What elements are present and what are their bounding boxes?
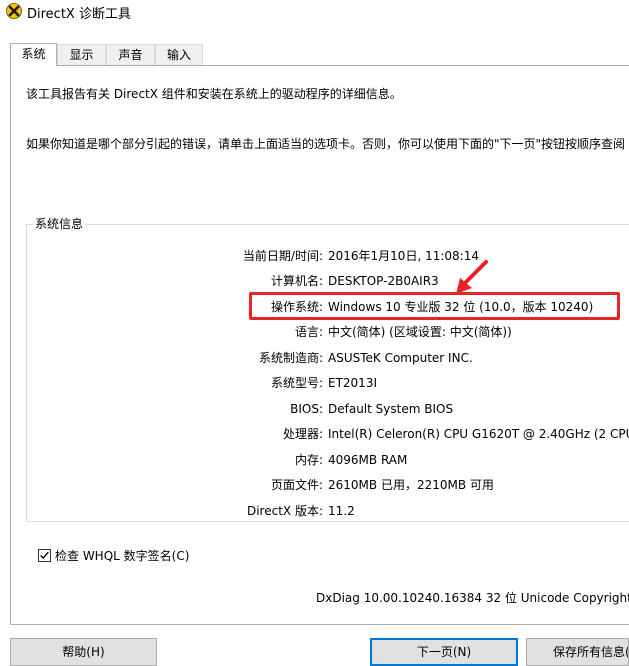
info-value: 11.2 [328,504,355,518]
info-label: 当前日期/时间: [242,249,323,263]
info-value: 4096MB RAM [328,453,408,467]
info-label: DirectX 版本: [246,504,323,518]
info-row-page-file: 页面文件: 2610MB 已用，2210MB 可用 [0,475,629,495]
intro-line-1: 该工具报告有关 DirectX 组件和安装在系统上的驱动程序的详细信息。 [26,87,402,101]
info-value: ASUSTeK Computer INC. [328,351,473,365]
info-value: DESKTOP-2B0AIR3 [328,274,439,288]
whql-checkbox[interactable] [38,549,51,562]
tab-display[interactable]: 显示 [57,44,106,65]
title-bar: DirectX 诊断工具 [0,0,629,26]
intro-line-2: 如果你知道是哪个部分引起的错误，请单击上面适当的选项卡。否则，你可以使用下面的"… [26,137,626,151]
help-button[interactable]: 帮助(H) [10,638,157,666]
tab-input[interactable]: 输入 [155,44,203,65]
whql-label[interactable]: 检查 WHQL 数字签名(C) [55,548,189,564]
info-label: 处理器: [282,427,323,441]
info-label: 语言: [294,325,323,339]
info-value: 中文(简体) (区域设置: 中文(简体)) [328,325,512,339]
dxdiag-version-text: DxDiag 10.00.10240.16384 32 位 Unicode Co… [316,591,629,605]
tab-system[interactable]: 系统 [10,43,57,66]
info-label: BIOS: [290,402,323,416]
info-label: 页面文件: [270,478,323,492]
info-row-manufacturer: 系统制造商: ASUSTeK Computer INC. [0,348,629,368]
info-row-model: 系统型号: ET2013I [0,373,629,393]
checkmark-icon [40,551,49,560]
info-row-processor: 处理器: Intel(R) Celeron(R) CPU G1620T @ 2.… [0,424,629,444]
info-label: 系统型号: [270,376,323,390]
info-label: 计算机名: [270,274,323,288]
info-value: Intel(R) Celeron(R) CPU G1620T @ 2.40GHz… [328,427,629,441]
window-title: DirectX 诊断工具 [27,7,131,22]
directx-app-icon [6,3,22,19]
next-page-button[interactable]: 下一页(N) [370,638,518,666]
info-value: 2610MB 已用，2210MB 可用 [328,478,494,492]
red-arrow-annotation [456,260,488,294]
info-row-directx-version: DirectX 版本: 11.2 [0,501,629,521]
info-row-computer-name: 计算机名: DESKTOP-2B0AIR3 [0,271,629,291]
info-label: 系统制造商: [258,351,323,365]
info-value: Default System BIOS [328,402,454,416]
info-label: 内存: [294,453,323,467]
info-value: ET2013I [328,376,377,390]
tab-sound[interactable]: 声音 [106,44,155,65]
save-all-info-button[interactable]: 保存所有信息(S)... [526,638,629,666]
info-row-datetime: 当前日期/时间: 2016年1月10日, 11:08:14 [0,246,629,266]
info-row-memory: 内存: 4096MB RAM [0,450,629,470]
info-row-language: 语言: 中文(简体) (区域设置: 中文(简体)) [0,322,629,342]
system-info-group-title: 系统信息 [33,215,86,232]
os-highlight-box [249,292,620,320]
info-row-bios: BIOS: Default System BIOS [0,399,629,419]
